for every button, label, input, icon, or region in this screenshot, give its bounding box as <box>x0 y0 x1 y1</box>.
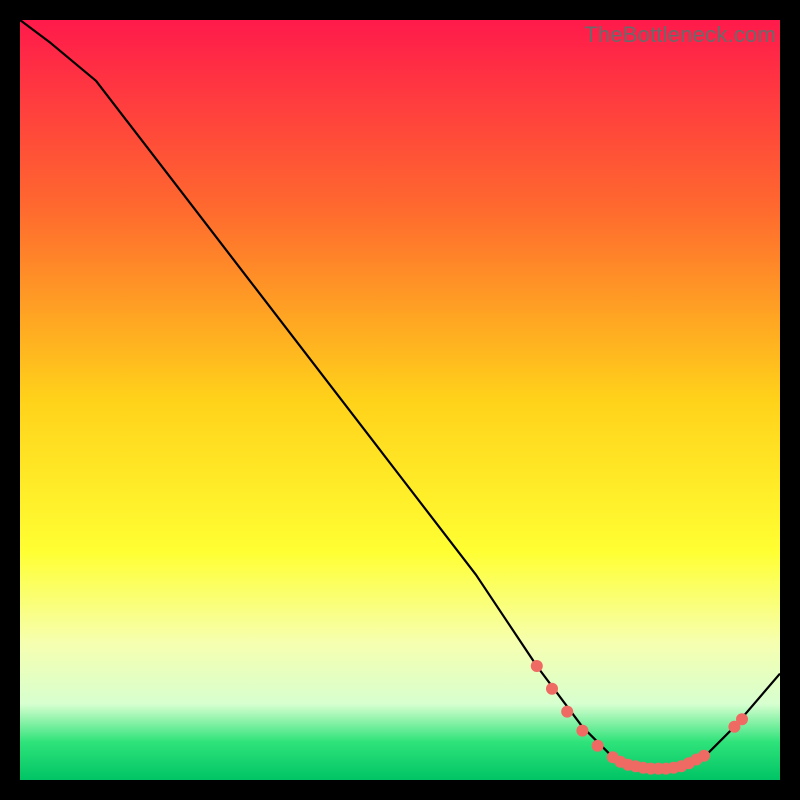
watermark-text: TheBottleneck.com <box>584 22 776 48</box>
highlight-dot <box>576 725 588 737</box>
highlight-dot <box>736 713 748 725</box>
chart-frame: TheBottleneck.com <box>20 20 780 780</box>
highlight-dot <box>531 660 543 672</box>
chart-canvas <box>20 20 780 780</box>
highlight-dot <box>561 706 573 718</box>
highlight-dot <box>698 750 710 762</box>
chart-background <box>20 20 780 780</box>
highlight-dot <box>546 683 558 695</box>
highlight-dot <box>592 740 604 752</box>
